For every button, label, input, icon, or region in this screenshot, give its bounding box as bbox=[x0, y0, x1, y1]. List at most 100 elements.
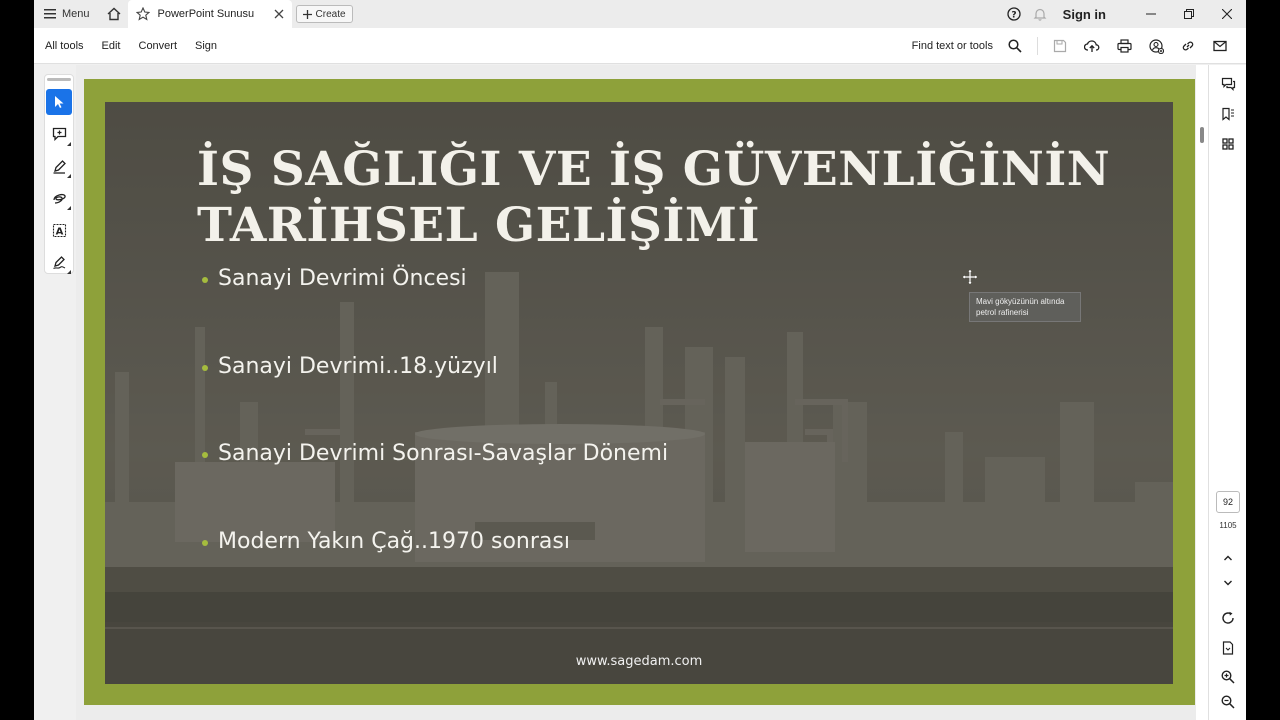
document-canvas[interactable]: İŞ SAĞLIĞI VE İŞ GÜVENLİĞİNİN TARİHSEL G… bbox=[76, 65, 1208, 720]
zoom-out-button[interactable] bbox=[1209, 687, 1246, 717]
refinery-background-image: İŞ SAĞLIĞI VE İŞ GÜVENLİĞİNİN TARİHSEL G… bbox=[105, 102, 1173, 684]
close-window-button[interactable] bbox=[1208, 0, 1246, 28]
cloud-upload-icon bbox=[1084, 40, 1100, 52]
print-button[interactable] bbox=[1108, 28, 1140, 64]
search-icon bbox=[1008, 39, 1022, 53]
user-add-icon bbox=[1148, 38, 1164, 54]
sign-in-button[interactable]: Sign in bbox=[1063, 7, 1106, 22]
current-page-input[interactable]: 92 bbox=[1216, 491, 1240, 513]
menu-button[interactable]: Menu bbox=[34, 0, 100, 28]
bullet-item: Modern Yakın Çağ..1970 sonrası bbox=[202, 529, 668, 617]
thumbnails-panel-button[interactable] bbox=[1209, 129, 1246, 159]
toolbar-right: Find text or tools bbox=[912, 28, 1236, 64]
zoom-in-icon bbox=[1221, 670, 1235, 684]
help-icon: ? bbox=[1007, 7, 1021, 21]
page-fit-button[interactable] bbox=[1209, 633, 1246, 663]
document-tab[interactable]: PowerPoint Sunusu bbox=[127, 0, 292, 28]
bullet-item: Sanayi Devrimi Sonrası-Savaşlar Dönemi bbox=[202, 441, 668, 529]
slide-title-line-2: TARİHSEL GELİŞİMİ bbox=[197, 198, 760, 253]
sign-tool-button[interactable] bbox=[46, 249, 72, 275]
bookmark-icon bbox=[1222, 107, 1234, 121]
printer-icon bbox=[1116, 39, 1132, 53]
share-user-button[interactable] bbox=[1140, 28, 1172, 64]
submenu-indicator bbox=[67, 206, 71, 210]
total-pages-label: 1105 bbox=[1219, 521, 1237, 530]
rotate-icon bbox=[1222, 611, 1234, 624]
freehand-icon bbox=[52, 193, 66, 204]
text-tool-button[interactable]: A bbox=[46, 217, 72, 243]
bullet-list: Sanayi Devrimi Öncesi Sanayi Devrimi..18… bbox=[202, 266, 668, 616]
slide-title: İŞ SAĞLIĞI VE İŞ GÜVENLİĞİNİN TARİHSEL G… bbox=[197, 142, 1110, 254]
draw-tool-button[interactable] bbox=[46, 185, 72, 211]
toolbar-sign[interactable]: Sign bbox=[195, 40, 217, 52]
create-label: Create bbox=[315, 8, 346, 20]
email-button[interactable] bbox=[1204, 28, 1236, 64]
bullet-item: Sanayi Devrimi..18.yüzyıl bbox=[202, 354, 668, 442]
tooltip-line-2: petrol rafinerisi bbox=[976, 308, 1029, 317]
highlight-tool-button[interactable] bbox=[46, 153, 72, 179]
title-bar: Menu PowerPoint Sunusu Create ? Sign in bbox=[34, 0, 1246, 28]
tab-title: PowerPoint Sunusu bbox=[157, 8, 255, 20]
right-side-rail: 92 1105 bbox=[1208, 65, 1246, 720]
help-button[interactable]: ? bbox=[1001, 0, 1027, 28]
toolbar-convert[interactable]: Convert bbox=[139, 40, 178, 52]
zoom-out-icon bbox=[1221, 695, 1235, 709]
slide-title-line-1: İŞ SAĞLIĞI VE İŞ GÜVENLİĞİNİN bbox=[197, 142, 1111, 197]
mail-icon bbox=[1213, 40, 1227, 52]
find-text-label[interactable]: Find text or tools bbox=[912, 40, 993, 52]
comments-icon bbox=[1221, 77, 1235, 91]
submenu-indicator bbox=[67, 142, 71, 146]
create-button[interactable]: Create bbox=[295, 5, 353, 23]
restore-icon bbox=[1184, 9, 1194, 19]
home-button[interactable] bbox=[100, 0, 128, 28]
text-box-icon: A bbox=[52, 223, 66, 237]
submenu-indicator bbox=[67, 174, 71, 178]
pen-icon bbox=[53, 159, 66, 174]
cursor-arrow-icon bbox=[55, 96, 64, 108]
save-button[interactable] bbox=[1044, 28, 1076, 64]
pdf-viewer-window: Menu PowerPoint Sunusu Create ? Sign in bbox=[34, 0, 1246, 720]
submenu-indicator bbox=[67, 270, 71, 274]
bullet-item: Sanayi Devrimi Öncesi bbox=[202, 266, 668, 354]
bookmarks-panel-button[interactable] bbox=[1209, 99, 1246, 129]
next-page-button[interactable] bbox=[1209, 568, 1246, 598]
restore-button[interactable] bbox=[1170, 0, 1208, 28]
toolbar-edit[interactable]: Edit bbox=[102, 40, 121, 52]
minimize-icon bbox=[1146, 13, 1156, 15]
comments-panel-button[interactable] bbox=[1209, 69, 1246, 99]
home-icon bbox=[107, 7, 121, 21]
close-tab-icon[interactable] bbox=[274, 9, 284, 19]
document-fit-icon bbox=[1222, 641, 1234, 655]
star-icon[interactable] bbox=[135, 7, 150, 21]
scrollbar-thumb[interactable] bbox=[1200, 127, 1204, 143]
slide-footer-url: www.sagedam.com bbox=[575, 654, 703, 669]
select-tool-button[interactable] bbox=[46, 89, 72, 115]
grid-icon bbox=[1222, 138, 1234, 150]
alt-text-tooltip: Mavi gökyüzünün altında petrol rafineris… bbox=[969, 292, 1081, 322]
link-button[interactable] bbox=[1172, 28, 1204, 64]
signature-pen-icon bbox=[52, 255, 65, 269]
comment-tool-button[interactable] bbox=[46, 121, 72, 147]
search-button[interactable] bbox=[999, 28, 1031, 64]
vertical-scrollbar[interactable] bbox=[1196, 65, 1208, 720]
slide-page: İŞ SAĞLIĞI VE İŞ GÜVENLİĞİNİN TARİHSEL G… bbox=[84, 79, 1195, 705]
save-icon bbox=[1053, 39, 1067, 53]
chevron-down-icon bbox=[1224, 580, 1232, 586]
notifications-button[interactable] bbox=[1027, 0, 1053, 28]
rotate-button[interactable] bbox=[1209, 603, 1246, 633]
hamburger-icon bbox=[44, 9, 56, 19]
title-bar-right: ? Sign in bbox=[1001, 0, 1246, 28]
upload-button[interactable] bbox=[1076, 28, 1108, 64]
main-toolbar: All tools Edit Convert Sign Find text or… bbox=[34, 28, 1246, 64]
comment-add-icon bbox=[52, 127, 66, 141]
move-cursor-icon bbox=[963, 270, 977, 284]
rail-drag-handle[interactable] bbox=[47, 78, 71, 81]
tooltip-line-1: Mavi gökyüzünün altında bbox=[976, 297, 1065, 306]
minimize-button[interactable] bbox=[1132, 0, 1170, 28]
svg-text:?: ? bbox=[1011, 11, 1016, 21]
plus-icon bbox=[302, 9, 312, 19]
close-icon bbox=[1222, 9, 1232, 19]
toolbar-all-tools[interactable]: All tools bbox=[45, 40, 84, 52]
bell-icon bbox=[1033, 8, 1047, 21]
menu-label: Menu bbox=[62, 8, 90, 20]
